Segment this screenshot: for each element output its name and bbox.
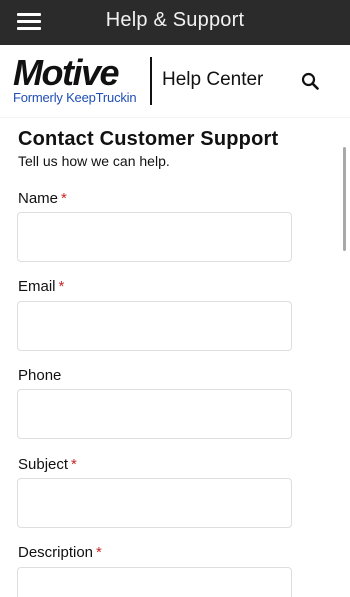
name-field[interactable]: [17, 212, 292, 262]
required-marker: *: [61, 190, 67, 207]
help-center-title[interactable]: Help Center: [162, 69, 263, 91]
app-bar-title: Help & Support: [105, 9, 245, 31]
top-app-bar: Help & Support: [0, 0, 350, 45]
subject-field[interactable]: [17, 478, 292, 528]
page-scrollbar[interactable]: [343, 147, 346, 251]
form-subtitle: Tell us how we can help.: [18, 153, 170, 169]
phone-field[interactable]: [17, 389, 292, 439]
subject-label-text: Subject: [18, 456, 69, 473]
form-title: Contact Customer Support: [18, 128, 279, 150]
header-divider: [150, 57, 152, 105]
description-label: Description *: [18, 544, 102, 561]
search-icon[interactable]: [301, 72, 319, 90]
logo-subtext: Formerly KeepTruckin: [13, 90, 137, 105]
email-field[interactable]: [17, 301, 292, 351]
description-label-text: Description: [18, 544, 94, 561]
description-field[interactable]: [17, 567, 292, 597]
name-label: Name *: [18, 190, 67, 207]
required-marker: *: [96, 544, 102, 561]
phone-label: Phone: [18, 367, 61, 384]
subject-label: Subject *: [18, 456, 77, 473]
phone-label-text: Phone: [18, 367, 62, 384]
motive-logo[interactable]: Motive Formerly KeepTruckin: [13, 52, 137, 106]
logo-wordmark: Motive: [13, 52, 120, 93]
email-label: Email *: [18, 278, 64, 295]
email-label-text: Email: [18, 278, 56, 295]
name-label-text: Name: [18, 190, 59, 207]
required-marker: *: [71, 456, 77, 473]
required-marker: *: [58, 278, 65, 295]
contact-form-panel: Contact Customer Support Tell us how we …: [0, 118, 350, 597]
site-header: Motive Formerly KeepTruckin Help Center: [0, 45, 350, 117]
